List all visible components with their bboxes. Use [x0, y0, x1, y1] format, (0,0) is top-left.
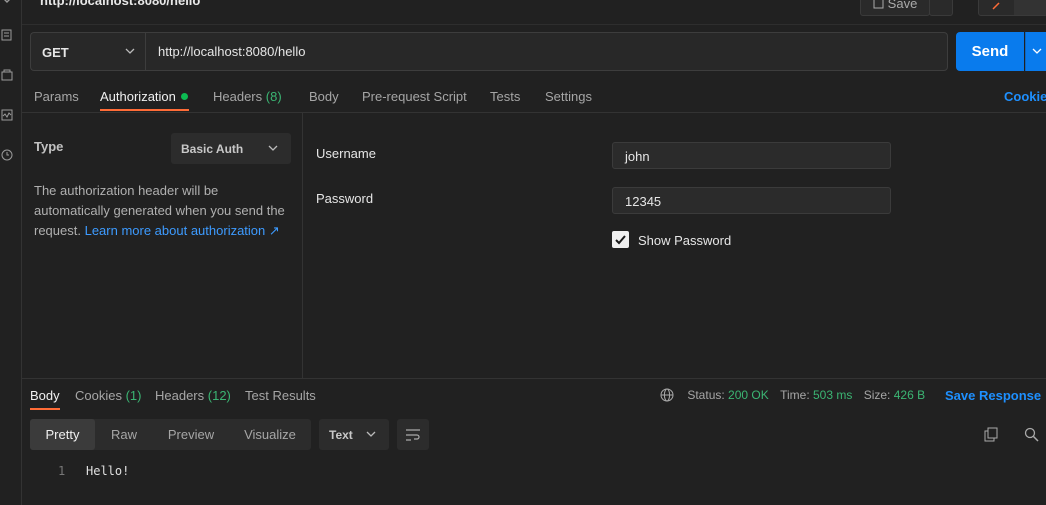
- divider: [22, 378, 1046, 379]
- environment-icon[interactable]: [0, 68, 14, 82]
- format-select[interactable]: Text: [319, 419, 389, 450]
- status-dot: [181, 93, 188, 100]
- chevron-icon[interactable]: [0, 0, 14, 8]
- globe-icon[interactable]: [660, 388, 674, 402]
- tab-body[interactable]: Body: [309, 89, 339, 104]
- auth-type-value: Basic Auth: [181, 142, 244, 156]
- password-label: Password: [316, 191, 374, 206]
- tab-headers-count: (8): [265, 89, 282, 104]
- response-meta: Status: 200 OK Time: 503 ms Size: 426 B: [660, 388, 925, 402]
- cookies-link[interactable]: Cookies: [1004, 89, 1046, 104]
- auth-description: The authorization header will be automat…: [34, 181, 294, 241]
- size-label: Size:: [863, 388, 891, 402]
- response-body-text[interactable]: Hello!: [86, 464, 129, 478]
- time-value[interactable]: 503 ms: [813, 388, 852, 402]
- checkmark-icon: [615, 235, 626, 245]
- status-label: Status:: [687, 388, 725, 402]
- response-tab-cookies[interactable]: Cookies (1): [75, 388, 141, 403]
- save-button[interactable]: Save: [860, 0, 930, 16]
- show-password-checkbox[interactable]: [612, 231, 629, 248]
- username-value: john: [625, 149, 650, 164]
- line-number: 1: [58, 464, 66, 478]
- history-icon[interactable]: [0, 148, 14, 162]
- format-value: Text: [329, 428, 353, 442]
- view-preview-button[interactable]: Preview: [153, 419, 229, 450]
- method-select[interactable]: GET: [30, 32, 145, 71]
- method-label: GET: [42, 45, 69, 60]
- active-tab-indicator: [30, 408, 60, 410]
- response-tab-cookies-count: (1): [125, 388, 142, 403]
- view-pretty-button[interactable]: Pretty: [30, 419, 95, 450]
- mode-toggle[interactable]: [978, 0, 1046, 16]
- tab-tests[interactable]: Tests: [490, 89, 520, 104]
- tab-params[interactable]: Params: [34, 89, 79, 104]
- auth-type-select[interactable]: Basic Auth: [171, 133, 291, 164]
- send-menu-button[interactable]: [1025, 32, 1046, 71]
- monitor-icon[interactable]: [0, 108, 14, 122]
- username-field[interactable]: john: [612, 142, 891, 169]
- learn-more-link[interactable]: Learn more about authorization ↗: [85, 223, 280, 238]
- tab-prerequest-script[interactable]: Pre-request Script: [362, 89, 467, 104]
- save-response-button[interactable]: Save Response: [945, 388, 1041, 403]
- left-rail: [0, 0, 22, 505]
- auth-type-label: Type: [34, 139, 64, 154]
- save-menu-button[interactable]: [929, 0, 953, 16]
- chevron-down-icon: [1032, 48, 1042, 54]
- active-tab-indicator: [100, 109, 189, 111]
- password-field[interactable]: 12345: [612, 187, 891, 214]
- copy-icon[interactable]: [984, 427, 999, 445]
- response-tab-headers-label: Headers: [155, 388, 205, 403]
- password-value: 12345: [625, 194, 662, 209]
- wrap-icon: [406, 428, 420, 441]
- tab-headers-label: Headers: [213, 89, 263, 104]
- tab-headers[interactable]: Headers (8): [213, 89, 282, 104]
- view-mode-group: Pretty Raw Preview Visualize: [30, 419, 311, 450]
- wrap-lines-button[interactable]: [397, 419, 429, 450]
- save-label: Save: [887, 0, 918, 11]
- chevron-down-icon: [125, 48, 135, 54]
- response-tab-headers-count: (12): [207, 388, 231, 403]
- collections-icon[interactable]: [0, 28, 14, 42]
- response-tab-headers[interactable]: Headers (12): [155, 388, 231, 403]
- view-visualize-button[interactable]: Visualize: [229, 419, 311, 450]
- tab-authorization[interactable]: Authorization: [100, 89, 176, 104]
- response-tab-test-results[interactable]: Test Results: [245, 388, 316, 403]
- save-icon: [873, 0, 884, 8]
- view-raw-button[interactable]: Raw: [95, 419, 153, 450]
- chevron-down-icon: [268, 145, 278, 151]
- url-text: http://localhost:8080/hello: [158, 44, 306, 59]
- tab-settings[interactable]: Settings: [545, 89, 592, 104]
- url-input[interactable]: http://localhost:8080/hello: [145, 32, 948, 71]
- time-label: Time:: [780, 388, 810, 402]
- send-button[interactable]: Send: [956, 32, 1024, 71]
- response-tab-cookies-label: Cookies: [75, 388, 122, 403]
- chevron-down-icon: [366, 431, 376, 437]
- response-tab-body[interactable]: Body: [30, 388, 60, 403]
- search-icon[interactable]: [1024, 427, 1039, 445]
- username-label: Username: [316, 146, 376, 161]
- size-value[interactable]: 426 B: [894, 388, 925, 402]
- status-value[interactable]: 200 OK: [728, 388, 769, 402]
- show-password-label[interactable]: Show Password: [638, 233, 731, 248]
- request-title[interactable]: http://localhost:8080/hello: [40, 0, 200, 8]
